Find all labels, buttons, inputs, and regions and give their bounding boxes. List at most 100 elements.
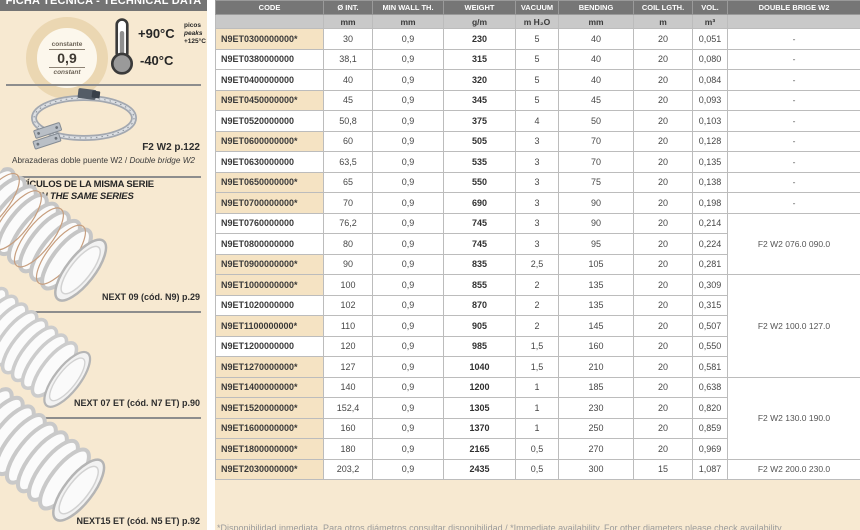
value-cell: 1370 — [444, 418, 516, 439]
value-cell: 60 — [324, 131, 373, 152]
col-header-min-wall: MIN WALL TH. — [373, 1, 444, 15]
value-cell: 0,820 — [693, 398, 728, 419]
value-cell: 20 — [634, 377, 693, 398]
value-cell: 160 — [559, 336, 634, 357]
value-cell: 0,080 — [693, 49, 728, 70]
bridge-cell: - — [728, 152, 860, 173]
technical-data-table: CODE Ø INT. MIN WALL TH. WEIGHT VACUUM B… — [215, 0, 860, 480]
bridge-cell: - — [728, 172, 860, 193]
value-cell: 1 — [516, 398, 559, 419]
panel-title: FICHA TÉCNICA - TECHNICAL DATA — [0, 0, 207, 11]
value-cell: 20 — [634, 295, 693, 316]
value-cell: 0,9 — [373, 172, 444, 193]
unit-weight: g/m — [444, 15, 516, 29]
value-cell: 38,1 — [324, 49, 373, 70]
bridge-cell: - — [728, 90, 860, 111]
value-cell: 3 — [516, 172, 559, 193]
code-cell: N9ET1100000000* — [216, 316, 324, 337]
left-panel: FICHA TÉCNICA - TECHNICAL DATA constante… — [0, 0, 207, 530]
value-cell: 110 — [324, 316, 373, 337]
value-cell: 320 — [444, 70, 516, 91]
value-cell: 180 — [324, 439, 373, 460]
unit-inner-diameter: mm — [324, 15, 373, 29]
value-cell: 0,214 — [693, 213, 728, 234]
value-cell: 0,581 — [693, 357, 728, 378]
unit-bending: mm — [559, 15, 634, 29]
value-cell: 120 — [324, 336, 373, 357]
value-cell: 0,198 — [693, 193, 728, 214]
code-cell: N9ET1020000000 — [216, 295, 324, 316]
value-cell: 5 — [516, 49, 559, 70]
thermometer-icon — [107, 16, 137, 76]
value-cell: 5 — [516, 90, 559, 111]
value-cell: 345 — [444, 90, 516, 111]
col-header-weight: WEIGHT — [444, 1, 516, 15]
value-cell: 135 — [559, 275, 634, 296]
value-cell: 20 — [634, 111, 693, 132]
bridge-cell: F2 W2 200.0 230.0 — [728, 459, 860, 480]
value-cell: 70 — [559, 152, 634, 173]
value-cell: 20 — [634, 398, 693, 419]
value-cell: 5 — [516, 70, 559, 91]
value-cell: 20 — [634, 275, 693, 296]
value-cell: 0,9 — [373, 213, 444, 234]
value-cell: 835 — [444, 254, 516, 275]
badge-value: 0,9 — [57, 51, 76, 66]
value-cell: 20 — [634, 213, 693, 234]
table-row: N9ET063000000063,50,9535370200,135- — [216, 152, 860, 173]
peaks-es: picos — [184, 22, 201, 29]
value-cell: 2165 — [444, 439, 516, 460]
badge-label-en: constant — [53, 69, 80, 76]
value-cell: 505 — [444, 131, 516, 152]
value-cell: 75 — [559, 172, 634, 193]
value-cell: 0,281 — [693, 254, 728, 275]
value-cell: 1305 — [444, 398, 516, 419]
col-header-vacuum: VACUUM — [516, 1, 559, 15]
value-cell: 0,9 — [373, 336, 444, 357]
table-row: N9ET0300000000*300,9230540200,051- — [216, 29, 860, 50]
value-cell: 20 — [634, 131, 693, 152]
value-cell: 40 — [559, 49, 634, 70]
value-cell: 0,051 — [693, 29, 728, 50]
value-cell: 535 — [444, 152, 516, 173]
unit-min-wall: mm — [373, 15, 444, 29]
bridge-cell: - — [728, 49, 860, 70]
clamp-caption-en: Double bridge W2 — [129, 156, 195, 165]
badge-rule — [49, 67, 85, 68]
value-cell: 0,9 — [373, 254, 444, 275]
value-cell: 0,5 — [516, 459, 559, 480]
bridge-cell: - — [728, 70, 860, 91]
code-cell: N9ET0650000000* — [216, 172, 324, 193]
value-cell: 0,550 — [693, 336, 728, 357]
value-cell: 985 — [444, 336, 516, 357]
value-cell: 20 — [634, 172, 693, 193]
value-cell: 870 — [444, 295, 516, 316]
unit-double-bridge — [728, 15, 860, 29]
value-cell: 20 — [634, 29, 693, 50]
value-cell: 20 — [634, 49, 693, 70]
bridge-cell: F2 W2 100.0 127.0 — [728, 275, 860, 378]
table-row: N9ET076000000076,20,9745390200,214F2 W2 … — [216, 213, 860, 234]
value-cell: 90 — [559, 193, 634, 214]
code-cell: N9ET0400000000 — [216, 70, 324, 91]
table-row: N9ET0700000000*700,9690390200,198- — [216, 193, 860, 214]
unit-coil-length: m — [634, 15, 693, 29]
value-cell: 20 — [634, 316, 693, 337]
value-cell: 1 — [516, 377, 559, 398]
table-row: N9ET052000000050,80,9375450200,103- — [216, 111, 860, 132]
code-cell: N9ET0800000000 — [216, 234, 324, 255]
value-cell: 1 — [516, 418, 559, 439]
value-cell: 63,5 — [324, 152, 373, 173]
value-cell: 0,103 — [693, 111, 728, 132]
value-cell: 1040 — [444, 357, 516, 378]
related-item-next15-et: NEXT15 ET (cód. N5 ET) p.92 — [76, 516, 200, 526]
clamp-caption-es: Abrazaderas doble puente W2 — [12, 156, 123, 165]
value-cell: 550 — [444, 172, 516, 193]
value-cell: 3 — [516, 131, 559, 152]
value-cell: 0,128 — [693, 131, 728, 152]
value-cell: 185 — [559, 377, 634, 398]
footnote: *Disponibilidad inmediata. Para otros di… — [217, 523, 857, 530]
code-cell: N9ET0450000000* — [216, 90, 324, 111]
value-cell: 50 — [559, 111, 634, 132]
value-cell: 0,9 — [373, 131, 444, 152]
